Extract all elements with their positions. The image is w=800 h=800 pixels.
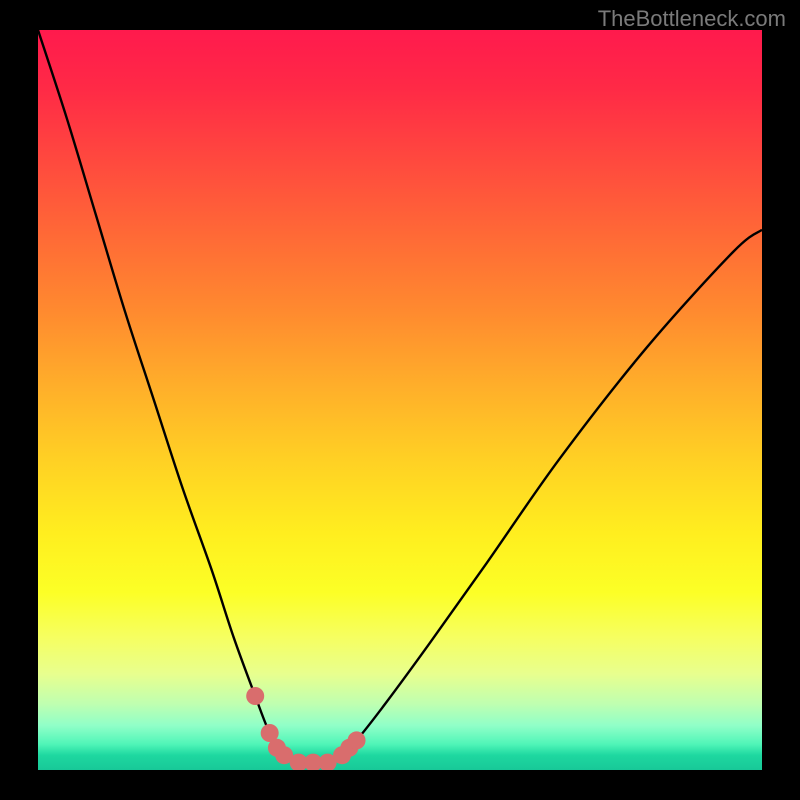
optimal-dot <box>348 731 366 749</box>
optimal-dots-group <box>246 687 365 770</box>
bottleneck-curve-svg <box>38 30 762 770</box>
chart-plot-area <box>38 30 762 770</box>
optimal-dot <box>246 687 264 705</box>
watermark-text: TheBottleneck.com <box>598 6 786 32</box>
bottleneck-curve-path <box>38 30 762 763</box>
